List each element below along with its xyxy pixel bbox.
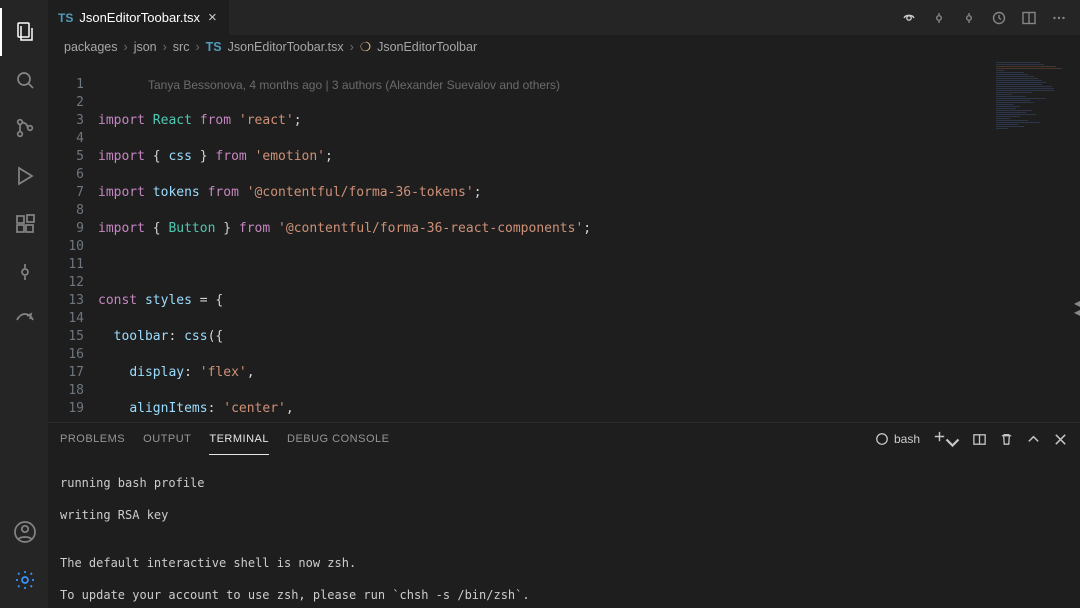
share-icon[interactable] — [0, 296, 48, 344]
more-actions-icon[interactable] — [1050, 9, 1068, 27]
code-content[interactable]: Tanya Bessonova, 4 months ago | 3 author… — [98, 58, 984, 422]
panel-tab-output[interactable]: OUTPUT — [143, 423, 191, 455]
panel-tab-terminal[interactable]: TERMINAL — [209, 423, 269, 455]
activity-bar — [0, 0, 48, 608]
tab-title: JsonEditorToobar.tsx — [79, 10, 200, 25]
code-editor[interactable]: 12345678910111213141516171819 Tanya Bess… — [48, 58, 984, 422]
new-terminal-icon[interactable] — [932, 429, 960, 450]
panel-tab-debug-console[interactable]: DEBUG CONSOLE — [287, 423, 389, 455]
breadcrumb[interactable]: packages › json › src › TS JsonEditorToo… — [48, 35, 1080, 58]
diff-prev-icon[interactable] — [930, 9, 948, 27]
run-debug-icon[interactable] — [0, 152, 48, 200]
editor-tab[interactable]: TS JsonEditorToobar.tsx × — [48, 0, 230, 35]
ts-file-icon: TS — [58, 11, 73, 25]
breadcrumb-symbol[interactable]: JsonEditorToolbar — [377, 40, 477, 54]
editor-title-actions — [900, 0, 1080, 35]
kill-terminal-icon[interactable] — [999, 432, 1014, 447]
minimap[interactable]: ◀◀ — [984, 58, 1080, 422]
panel: PROBLEMS OUTPUT TERMINAL DEBUG CONSOLE b… — [48, 422, 1080, 608]
extensions-icon[interactable] — [0, 200, 48, 248]
ts-file-icon: TS — [206, 40, 222, 54]
panel-tab-problems[interactable]: PROBLEMS — [60, 423, 125, 455]
panel-actions: bash — [875, 429, 1068, 450]
breadcrumb-segment[interactable]: src — [173, 40, 190, 54]
tab-bar: TS JsonEditorToobar.tsx × — [48, 0, 1080, 35]
accounts-icon[interactable] — [0, 508, 48, 556]
gitlens-blame-annotation: Tanya Bessonova, 4 months ago | 3 author… — [98, 76, 984, 94]
line-number-gutter: 12345678910111213141516171819 — [48, 58, 98, 422]
split-terminal-icon[interactable] — [972, 432, 987, 447]
source-control-icon[interactable] — [0, 104, 48, 152]
terminal-output[interactable]: running bash profile writing RSA key The… — [48, 455, 1080, 608]
close-panel-icon[interactable] — [1053, 432, 1068, 447]
editor-area: 12345678910111213141516171819 Tanya Bess… — [48, 58, 1080, 422]
open-changes-icon[interactable] — [990, 9, 1008, 27]
main-area: TS JsonEditorToobar.tsx × packages › jso… — [48, 0, 1080, 608]
close-tab-icon[interactable]: × — [206, 9, 219, 26]
maximize-panel-icon[interactable] — [1026, 432, 1041, 447]
gitlens-icon[interactable] — [0, 248, 48, 296]
collapse-handle-icon[interactable]: ◀◀ — [1074, 298, 1080, 318]
split-editor-icon[interactable] — [1020, 9, 1038, 27]
gitlens-toggle-icon[interactable] — [900, 9, 918, 27]
diff-next-icon[interactable] — [960, 9, 978, 27]
breadcrumb-segment[interactable]: JsonEditorToobar.tsx — [228, 40, 344, 54]
terminal-shell-selector[interactable]: bash — [875, 432, 920, 446]
symbol-icon: ❍ — [360, 39, 371, 54]
settings-gear-icon[interactable] — [0, 556, 48, 604]
breadcrumb-segment[interactable]: packages — [64, 40, 118, 54]
panel-tabs: PROBLEMS OUTPUT TERMINAL DEBUG CONSOLE b… — [48, 423, 1080, 455]
breadcrumb-segment[interactable]: json — [134, 40, 157, 54]
search-icon[interactable] — [0, 56, 48, 104]
explorer-icon[interactable] — [0, 8, 48, 56]
